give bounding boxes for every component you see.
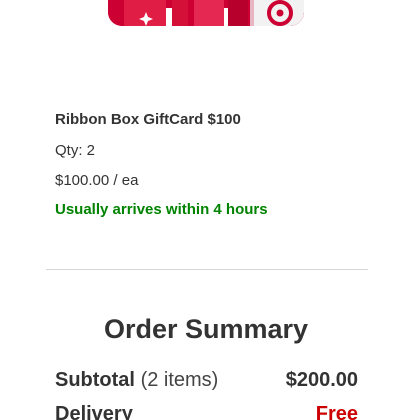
gift-card-image (108, 0, 304, 26)
order-review-page: Ribbon Box GiftCard $100 Qty: 2 $100.00 … (0, 0, 420, 420)
subtotal-label-group: Subtotal (2 items) (55, 369, 218, 392)
delivery-value: Free (315, 403, 358, 420)
product-quantity: Qty: 2 (55, 142, 96, 159)
delivery-row: Delivery Free (55, 403, 358, 420)
gift-card-art (108, 0, 304, 26)
subtotal-item-count: (2 items) (140, 369, 219, 391)
product-price: $100.00 / ea (55, 172, 139, 189)
subtotal-label: Subtotal (55, 369, 135, 391)
order-summary-title: Order Summary (103, 314, 309, 344)
product-name: Ribbon Box GiftCard $100 (55, 111, 241, 128)
subtotal-value: $200.00 (285, 369, 358, 391)
subtotal-row: Subtotal (2 items) $200.00 (55, 369, 358, 397)
delivery-label: Delivery (55, 403, 133, 420)
delivery-label-group: Delivery (55, 403, 133, 420)
delivery-estimate: Usually arrives within 4 hours (55, 201, 268, 218)
section-divider (46, 269, 368, 270)
